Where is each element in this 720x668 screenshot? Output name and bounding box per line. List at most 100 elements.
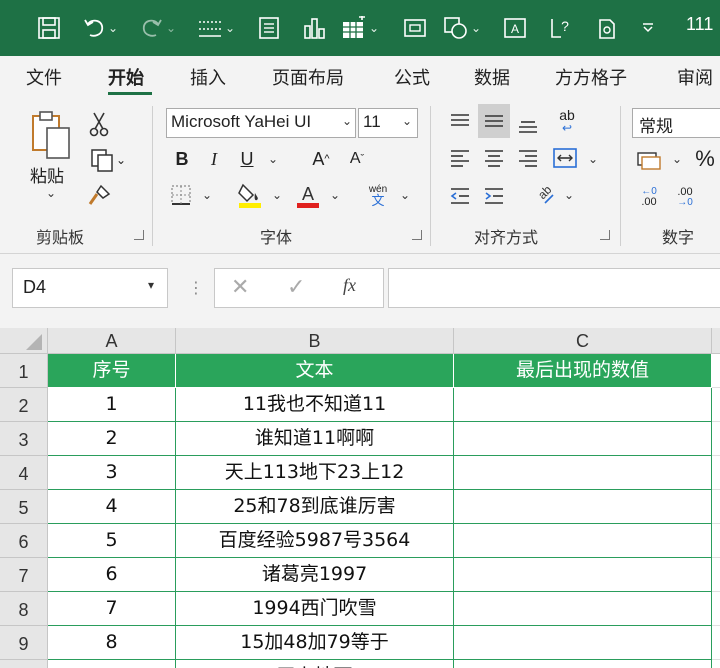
column-header-a[interactable]: A xyxy=(48,328,176,354)
decrease-decimal-button[interactable]: .00 →0 xyxy=(670,182,700,212)
cell-a[interactable]: 2 xyxy=(48,422,176,456)
cancel-icon[interactable]: ✕ xyxy=(231,275,249,300)
row-header[interactable]: 6 xyxy=(0,524,48,558)
tab-page-layout[interactable]: 页面布局 xyxy=(272,64,344,90)
table-icon[interactable]: ⌄ xyxy=(338,10,382,46)
column-header-d[interactable] xyxy=(712,328,720,354)
number-format-select[interactable]: 常规 xyxy=(632,108,720,138)
cell-c[interactable] xyxy=(454,524,712,558)
column-header-b[interactable]: B xyxy=(176,328,454,354)
bold-button[interactable]: B xyxy=(170,146,194,172)
orientation-icon[interactable]: ab xyxy=(528,180,558,210)
align-center-icon[interactable] xyxy=(480,144,508,172)
borders-dropdown-icon[interactable]: ⌄ xyxy=(202,188,212,202)
textbox-icon[interactable]: A xyxy=(500,10,530,46)
cell-a[interactable]: 1 xyxy=(48,388,176,422)
cell-d[interactable] xyxy=(712,388,720,422)
screenshot-icon[interactable] xyxy=(400,10,430,46)
percent-button[interactable]: % xyxy=(692,144,718,174)
cell-b[interactable]: 天上地下 xyxy=(176,660,454,668)
cell-d[interactable] xyxy=(712,524,720,558)
cell-b[interactable]: 1994西门吹雪 xyxy=(176,592,454,626)
cell-b[interactable]: 谁知道11啊啊 xyxy=(176,422,454,456)
name-box[interactable]: D4 xyxy=(12,268,168,308)
cell-d[interactable] xyxy=(712,558,720,592)
insert-function-button[interactable]: fx xyxy=(343,275,356,296)
tab-review[interactable]: 审阅 xyxy=(677,64,713,90)
row-header[interactable]: 4 xyxy=(0,456,48,490)
font-name-dropdown-icon[interactable]: ⌄ xyxy=(342,114,352,128)
paste-dropdown-icon[interactable]: ⌄ xyxy=(46,186,56,200)
cell-b[interactable]: 诸葛亮1997 xyxy=(176,558,454,592)
cell-b[interactable]: 25和78到底谁厉害 xyxy=(176,490,454,524)
cell-c[interactable] xyxy=(454,592,712,626)
font-launcher-icon[interactable] xyxy=(412,230,422,240)
cell-a[interactable]: 8 xyxy=(48,626,176,660)
tab-fangfang[interactable]: 方方格子 xyxy=(555,64,627,90)
shapes-icon[interactable]: ⌄ xyxy=(440,10,484,46)
cell-c[interactable] xyxy=(454,558,712,592)
wrap-text-button[interactable]: ab ↩ xyxy=(552,106,582,136)
fill-color-icon[interactable] xyxy=(236,180,264,210)
cell-a[interactable]: 6 xyxy=(48,558,176,592)
enter-icon[interactable]: ✓ xyxy=(287,275,305,300)
phonetic-dropdown-icon[interactable]: ⌄ xyxy=(400,188,410,202)
cell-b[interactable]: 百度经验5987号3564 xyxy=(176,524,454,558)
cell-a[interactable]: 3 xyxy=(48,456,176,490)
orientation-dropdown-icon[interactable]: ⌄ xyxy=(564,188,574,202)
cell-d[interactable] xyxy=(712,354,720,388)
select-all-button[interactable] xyxy=(0,328,48,354)
row-header[interactable]: 10 xyxy=(0,660,48,668)
align-top-icon[interactable] xyxy=(446,108,474,136)
alignment-launcher-icon[interactable] xyxy=(600,230,610,240)
format-painter-icon[interactable] xyxy=(84,182,114,210)
clipboard-icon[interactable] xyxy=(592,10,622,46)
align-right-icon[interactable] xyxy=(514,144,542,172)
column-header-c[interactable]: C xyxy=(454,328,712,354)
font-size-dropdown-icon[interactable]: ⌄ xyxy=(402,114,412,128)
fill-color-dropdown-icon[interactable]: ⌄ xyxy=(272,188,282,202)
shrink-font-button[interactable]: Aˇ xyxy=(342,146,372,172)
form-icon[interactable] xyxy=(254,10,284,46)
redo-icon[interactable]: ⌄ xyxy=(138,10,178,46)
align-middle-icon[interactable] xyxy=(478,104,510,138)
paste-label[interactable]: 粘贴 xyxy=(30,162,64,187)
formula-bar-handle-icon[interactable]: ⋮ xyxy=(188,278,204,297)
cell-b[interactable]: 天上113地下23上12 xyxy=(176,456,454,490)
tab-home[interactable]: 开始 xyxy=(108,64,144,90)
cell-d[interactable] xyxy=(712,626,720,660)
underline-dropdown-icon[interactable]: ⌄ xyxy=(268,152,278,166)
borders-button-icon[interactable] xyxy=(168,182,194,208)
tab-formulas[interactable]: 公式 xyxy=(394,64,430,90)
increase-decimal-button[interactable]: ←0 .00 xyxy=(634,182,664,212)
cell-d[interactable] xyxy=(712,490,720,524)
cell-a[interactable]: 5 xyxy=(48,524,176,558)
cut-icon[interactable] xyxy=(84,110,114,138)
row-header[interactable]: 2 xyxy=(0,388,48,422)
cell-c[interactable] xyxy=(454,660,712,668)
currency-dropdown-icon[interactable]: ⌄ xyxy=(672,152,682,166)
undo-icon[interactable]: ⌄ xyxy=(80,10,120,46)
row-header[interactable]: 9 xyxy=(0,626,48,660)
save-icon[interactable] xyxy=(34,10,64,46)
font-name-select[interactable]: Microsoft YaHei UI xyxy=(166,108,356,138)
cell-c[interactable] xyxy=(454,626,712,660)
help-icon[interactable]: ? xyxy=(546,10,576,46)
tab-insert[interactable]: 插入 xyxy=(190,64,226,90)
header-cell-b[interactable]: 文本 xyxy=(176,354,454,388)
font-color-icon[interactable]: A xyxy=(294,180,322,210)
cell-b[interactable]: 11我也不知道11 xyxy=(176,388,454,422)
phonetic-button[interactable]: wén 文 xyxy=(362,180,394,212)
underline-button[interactable]: U xyxy=(234,146,260,172)
align-bottom-icon[interactable] xyxy=(514,110,542,138)
cell-c[interactable] xyxy=(454,422,712,456)
cell-d[interactable] xyxy=(712,422,720,456)
row-header[interactable]: 8 xyxy=(0,592,48,626)
merge-dropdown-icon[interactable]: ⌄ xyxy=(588,152,598,166)
header-cell-a[interactable]: 序号 xyxy=(48,354,176,388)
chart-icon[interactable] xyxy=(298,10,330,46)
grow-font-button[interactable]: A ^ xyxy=(306,146,336,172)
clipboard-launcher-icon[interactable] xyxy=(134,230,144,240)
cell-d[interactable] xyxy=(712,456,720,490)
copy-icon[interactable]: ⌄ xyxy=(84,146,132,174)
